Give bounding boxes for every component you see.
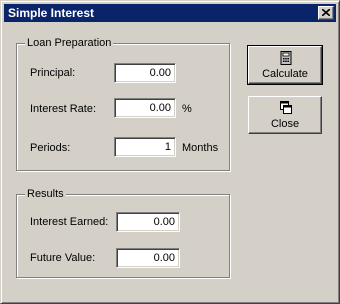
results-title: Results bbox=[25, 187, 66, 201]
interest-earned-output bbox=[116, 212, 180, 232]
calculator-icon bbox=[280, 51, 292, 65]
periods-input[interactable] bbox=[114, 137, 176, 157]
window-close-button[interactable] bbox=[318, 6, 334, 20]
future-value-output bbox=[116, 248, 180, 268]
simple-interest-window: Simple Interest Loan Preparation Princip… bbox=[0, 0, 340, 304]
interest-rate-unit: % bbox=[182, 103, 192, 115]
principal-input[interactable] bbox=[114, 63, 176, 83]
title-bar[interactable]: Simple Interest bbox=[4, 4, 336, 22]
loan-preparation-title: Loan Preparation bbox=[25, 36, 114, 50]
close-button-label: Close bbox=[270, 118, 300, 130]
window-title: Simple Interest bbox=[8, 6, 95, 20]
periods-unit: Months bbox=[182, 142, 219, 154]
periods-label: Periods: bbox=[30, 142, 71, 154]
close-icon bbox=[322, 9, 330, 16]
calculate-button[interactable]: Calculate bbox=[247, 45, 323, 85]
close-button[interactable]: Close bbox=[248, 96, 322, 134]
principal-label: Principal: bbox=[30, 67, 76, 79]
interest-rate-label: Interest Rate: bbox=[30, 103, 97, 115]
future-value-label: Future Value: bbox=[30, 252, 96, 264]
interest-earned-label: Interest Earned: bbox=[30, 216, 109, 228]
interest-rate-input[interactable] bbox=[114, 98, 176, 118]
windows-icon bbox=[280, 101, 292, 114]
calculate-button-label: Calculate bbox=[262, 68, 308, 80]
